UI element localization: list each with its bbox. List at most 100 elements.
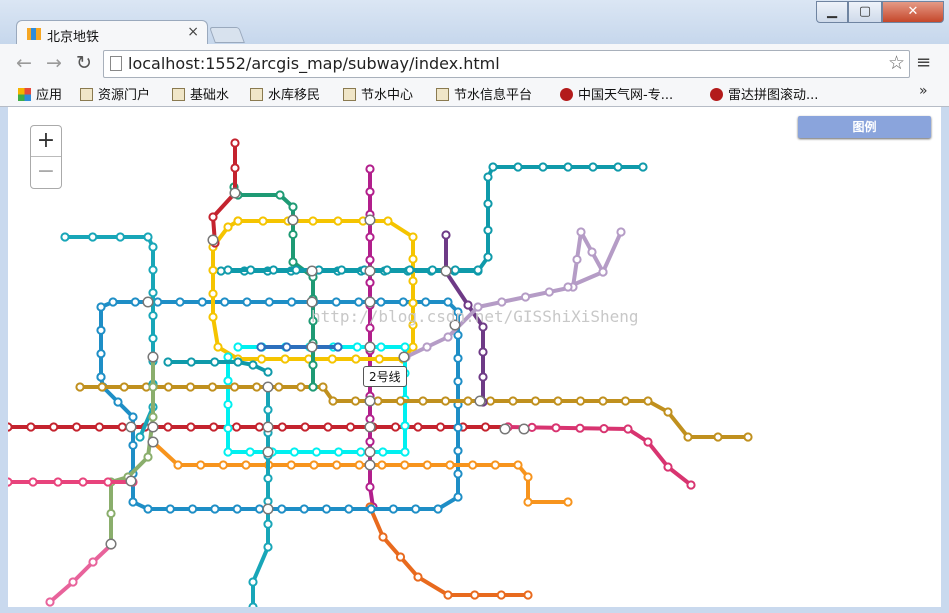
bookmark-item[interactable]: 中国天气网-专... — [560, 84, 673, 103]
station-marker[interactable] — [575, 396, 586, 406]
station-marker[interactable] — [275, 190, 285, 200]
station-marker[interactable] — [443, 297, 453, 307]
station-marker[interactable] — [427, 265, 438, 275]
station-marker[interactable] — [128, 412, 138, 422]
station-marker[interactable] — [378, 447, 388, 457]
close-window-button[interactable]: ✕ — [882, 1, 944, 23]
transfer-station-icon[interactable] — [262, 421, 274, 433]
station-marker[interactable] — [638, 162, 648, 172]
transfer-station-icon[interactable] — [262, 446, 274, 458]
station-marker[interactable] — [485, 396, 496, 406]
station-marker[interactable] — [453, 492, 463, 502]
station-marker[interactable] — [196, 460, 206, 470]
transfer-station-icon[interactable] — [262, 381, 274, 393]
station-marker[interactable] — [96, 302, 106, 312]
station-marker[interactable] — [470, 590, 480, 600]
station-marker[interactable] — [523, 472, 533, 482]
station-marker[interactable] — [331, 297, 341, 307]
station-marker[interactable] — [230, 163, 240, 173]
station-marker[interactable] — [300, 422, 310, 432]
station-marker[interactable] — [286, 460, 296, 470]
station-marker[interactable] — [354, 460, 364, 470]
transfer-station-icon[interactable] — [364, 341, 376, 353]
station-marker[interactable] — [527, 422, 537, 432]
station-marker[interactable] — [411, 504, 421, 514]
station-marker[interactable] — [268, 265, 279, 275]
station-marker[interactable] — [113, 397, 123, 407]
station-marker[interactable] — [135, 432, 145, 442]
station-marker[interactable] — [663, 407, 673, 417]
station-marker[interactable] — [220, 297, 230, 307]
station-marker[interactable] — [383, 216, 393, 226]
subway-line[interactable] — [251, 387, 270, 607]
station-marker[interactable] — [588, 162, 598, 172]
station-marker[interactable] — [223, 447, 233, 457]
station-marker[interactable] — [223, 423, 233, 433]
station-marker[interactable] — [88, 232, 98, 242]
station-marker[interactable] — [208, 265, 218, 275]
station-marker[interactable] — [143, 504, 153, 514]
bookmarks-overflow-icon[interactable]: » — [919, 83, 928, 99]
station-marker[interactable] — [68, 577, 78, 587]
station-marker[interactable] — [496, 590, 506, 600]
station-marker[interactable] — [96, 349, 106, 359]
transfer-station-icon[interactable] — [474, 395, 486, 407]
station-marker[interactable] — [128, 440, 138, 450]
station-marker[interactable] — [232, 504, 242, 514]
station-marker[interactable] — [576, 227, 586, 237]
transfer-station-icon[interactable] — [364, 421, 376, 433]
station-marker[interactable] — [277, 422, 287, 432]
transfer-station-icon[interactable] — [287, 214, 299, 226]
station-marker[interactable] — [643, 396, 653, 406]
transfer-station-icon[interactable] — [105, 538, 117, 550]
station-marker[interactable] — [311, 447, 322, 457]
station-marker[interactable] — [148, 333, 158, 343]
station-marker[interactable] — [422, 342, 432, 352]
station-marker[interactable] — [490, 460, 500, 470]
station-marker[interactable] — [616, 227, 626, 237]
maximize-button[interactable]: ▢ — [848, 1, 882, 23]
station-marker[interactable] — [153, 297, 163, 307]
legend-button[interactable]: 图例 — [798, 116, 931, 138]
station-marker[interactable] — [256, 342, 266, 352]
zoom-out-button[interactable]: − — [31, 156, 61, 187]
station-marker[interactable] — [743, 432, 753, 442]
browser-menu-icon[interactable]: ≡ — [916, 52, 931, 73]
station-marker[interactable] — [291, 265, 301, 275]
station-marker[interactable] — [248, 602, 258, 607]
station-marker[interactable] — [563, 162, 573, 172]
station-marker[interactable] — [468, 460, 478, 470]
station-marker[interactable] — [163, 422, 173, 432]
transfer-station-icon[interactable] — [306, 341, 318, 353]
station-marker[interactable] — [26, 422, 36, 432]
bookmark-item[interactable]: 节水中心 — [343, 84, 413, 103]
station-marker[interactable] — [241, 460, 251, 470]
transfer-station-icon[interactable] — [147, 351, 159, 363]
station-marker[interactable] — [433, 504, 443, 514]
station-marker[interactable] — [207, 382, 218, 392]
station-marker[interactable] — [96, 372, 106, 382]
url-text[interactable]: localhost:1552/arcgis_map/subway/index.h… — [128, 54, 500, 73]
bookmark-item[interactable]: 基础水 — [172, 84, 229, 103]
station-marker[interactable] — [75, 382, 85, 392]
station-marker[interactable] — [405, 265, 415, 275]
station-marker[interactable] — [280, 354, 290, 364]
transfer-station-icon[interactable] — [364, 296, 376, 308]
new-tab-button[interactable] — [209, 27, 245, 43]
station-marker[interactable] — [248, 577, 258, 587]
bookmark-star-icon[interactable]: ☆ — [888, 52, 905, 74]
transfer-station-icon[interactable] — [306, 296, 318, 308]
station-marker[interactable] — [443, 590, 453, 600]
station-marker[interactable] — [254, 422, 264, 432]
station-marker[interactable] — [365, 255, 375, 265]
station-marker[interactable] — [344, 504, 354, 514]
station-marker[interactable] — [321, 504, 332, 514]
subway-line[interactable] — [80, 385, 748, 439]
station-marker[interactable] — [483, 252, 493, 262]
station-marker[interactable] — [186, 357, 196, 367]
station-marker[interactable] — [440, 396, 451, 406]
station-marker[interactable] — [575, 423, 585, 433]
station-marker[interactable] — [413, 422, 423, 432]
station-marker[interactable] — [365, 232, 375, 242]
station-marker[interactable] — [453, 423, 463, 433]
